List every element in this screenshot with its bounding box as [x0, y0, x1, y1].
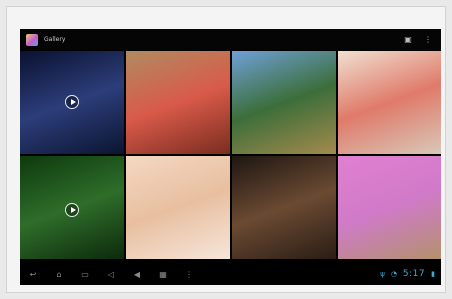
- menu-button[interactable]: ⋮: [176, 266, 202, 282]
- media-tile-7[interactable]: [232, 156, 336, 259]
- screenshot-icon: ▦: [159, 269, 167, 279]
- camera-button[interactable]: ▣: [401, 33, 415, 47]
- usb-icon: ψ: [380, 270, 385, 278]
- status-clock: 5:17: [402, 269, 426, 279]
- media-tile-8[interactable]: [338, 156, 441, 259]
- camera-icon: ▣: [404, 35, 412, 44]
- media-tile-4[interactable]: [338, 51, 441, 154]
- tablet-screen: Gallery ▣ ⋮ ↩ ⌂ ▭ ◁ ◀ ▦ ⋮ ψ ◔ 5:17 ▮: [20, 29, 441, 285]
- app-title: Gallery: [44, 36, 66, 43]
- screenshot-button[interactable]: ▦: [150, 266, 176, 282]
- media-tile-3[interactable]: [232, 51, 336, 154]
- gallery-grid: [20, 51, 441, 259]
- back-icon: ↩: [29, 269, 37, 279]
- system-nav-bar: ↩ ⌂ ▭ ◁ ◀ ▦ ⋮ ψ ◔ 5:17 ▮: [20, 263, 441, 285]
- battery-icon: ▮: [431, 270, 435, 278]
- home-icon: ⌂: [56, 269, 62, 279]
- media-tile-6[interactable]: [126, 156, 230, 259]
- play-icon: [65, 95, 79, 109]
- overflow-menu-icon: ⋮: [424, 35, 432, 44]
- media-tile-2[interactable]: [126, 51, 230, 154]
- recent-apps-button[interactable]: ▭: [72, 266, 98, 282]
- menu-icon: ⋮: [185, 269, 193, 279]
- volume-up-icon: ◀: [133, 269, 141, 279]
- home-button[interactable]: ⌂: [46, 266, 72, 282]
- recent-apps-icon: ▭: [81, 269, 89, 279]
- volume-up-button[interactable]: ◀: [124, 266, 150, 282]
- overflow-menu-button[interactable]: ⋮: [421, 33, 435, 47]
- play-icon: [65, 203, 79, 217]
- action-bar: Gallery ▣ ⋮: [20, 29, 441, 50]
- media-tile-5[interactable]: [20, 156, 124, 259]
- volume-down-icon: ◁: [107, 269, 115, 279]
- gallery-app-icon[interactable]: [26, 33, 38, 46]
- volume-down-button[interactable]: ◁: [98, 266, 124, 282]
- media-tile-1[interactable]: [20, 51, 124, 154]
- wifi-icon: ◔: [390, 270, 397, 278]
- back-button[interactable]: ↩: [20, 266, 46, 282]
